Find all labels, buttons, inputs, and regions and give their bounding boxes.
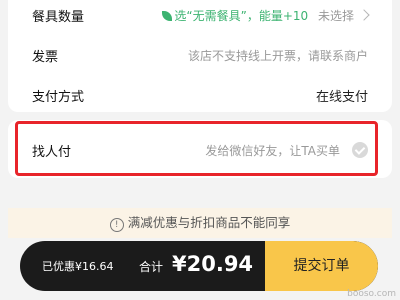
tableware-label: 餐具数量 <box>32 10 85 25</box>
highlight-box <box>15 121 378 176</box>
tableware-row[interactable]: 餐具数量 选“无需餐具”，能量+10 未选择 <box>8 0 392 28</box>
notice-text: 满减优惠与折扣商品不能同享 <box>127 215 291 230</box>
tableware-value-group[interactable]: 选“无需餐具”，能量+10 未选择 <box>162 7 370 24</box>
chevron-right-icon <box>358 9 370 21</box>
payment-method-label: 支付方式 <box>32 90 85 105</box>
order-confirm-screen: 餐具数量 选“无需餐具”，能量+10 未选择 发票 该店不支持线上开票，请联系商… <box>0 0 400 300</box>
saved-amount: 已优惠¥16.64 <box>42 260 114 273</box>
watermark: booso.com <box>347 289 396 299</box>
total-label: 合计 <box>139 260 164 274</box>
checkout-bar: 已优惠¥16.64 合计 ¥20.94 提交订单 <box>20 241 378 291</box>
leaf-icon <box>162 11 173 21</box>
invoice-label: 发票 <box>32 50 59 65</box>
discount-notice: ! 满减优惠与折扣商品不能同享 <box>8 208 392 238</box>
info-icon: ! <box>109 218 124 232</box>
submit-order-button[interactable]: 提交订单 <box>265 241 378 291</box>
order-options-card: 餐具数量 选“无需餐具”，能量+10 未选择 发票 该店不支持线上开票，请联系商… <box>8 0 392 112</box>
invoice-value: 该店不支持线上开票，请联系商户 <box>187 49 368 63</box>
tableware-promo: 选“无需餐具”，能量+10 <box>174 9 309 23</box>
payment-method-value: 在线支付 <box>315 90 368 105</box>
payment-method-row[interactable]: 支付方式 在线支付 <box>8 80 392 108</box>
total-price: ¥20.94 <box>172 252 254 276</box>
tableware-value: 未选择 <box>317 9 354 23</box>
invoice-row: 发票 该店不支持线上开票，请联系商户 <box>8 40 392 68</box>
